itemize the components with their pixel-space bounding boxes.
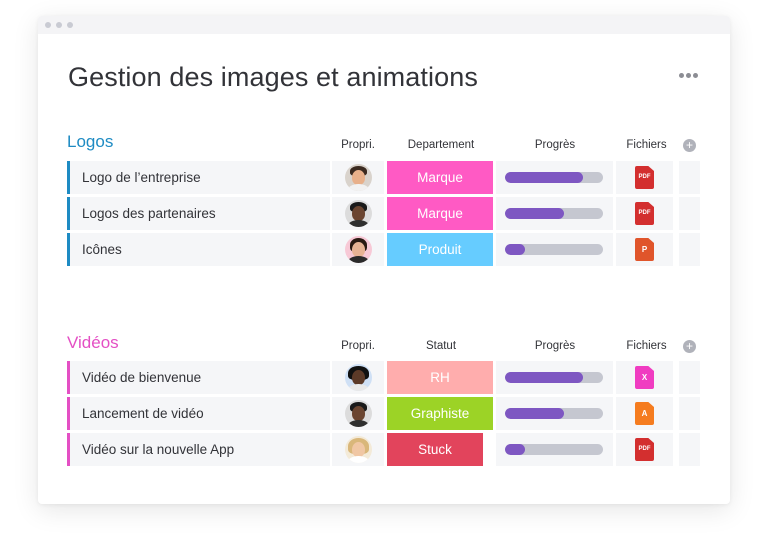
- pdf-file-icon[interactable]: PDF: [635, 166, 654, 189]
- avatar[interactable]: [345, 164, 372, 191]
- powerpoint-file-icon[interactable]: P: [635, 238, 654, 261]
- table-row[interactable]: Logos des partenaires Marque PDF: [67, 197, 700, 230]
- progress-cell: [496, 397, 613, 430]
- avatar[interactable]: [345, 400, 372, 427]
- column-header-files[interactable]: Fichiers: [618, 340, 675, 352]
- window-titlebar: [38, 16, 730, 34]
- avatar[interactable]: [345, 236, 372, 263]
- column-header-progress[interactable]: Progrès: [497, 139, 613, 151]
- item-name[interactable]: Lancement de vidéo: [67, 397, 330, 430]
- empty-cell: [679, 197, 700, 230]
- avatar[interactable]: [345, 200, 372, 227]
- item-name[interactable]: Vidéo de bienvenue: [67, 361, 330, 394]
- column-header-owner[interactable]: Propri.: [334, 139, 382, 151]
- more-options-icon[interactable]: [679, 72, 701, 80]
- status-badge[interactable]: Graphiste: [387, 397, 493, 430]
- status-badge[interactable]: Stuck: [387, 433, 483, 466]
- progress-cell: [496, 433, 613, 466]
- status-badge[interactable]: Marque: [387, 197, 493, 230]
- avatar[interactable]: [345, 364, 372, 391]
- item-name[interactable]: Logo de l’entreprise: [67, 161, 330, 194]
- owner-cell: [332, 197, 384, 230]
- progress-bar: [505, 444, 603, 455]
- board-window: Gestion des images et animations Logos P…: [38, 16, 730, 504]
- progress-cell: [496, 233, 613, 266]
- progress-cell: [496, 361, 613, 394]
- owner-cell: [332, 161, 384, 194]
- status-badge[interactable]: Marque: [387, 161, 493, 194]
- add-column-icon[interactable]: +: [683, 340, 696, 353]
- column-header-status[interactable]: Statut: [388, 340, 494, 352]
- window-dot-icon: [67, 22, 73, 28]
- owner-cell: [332, 361, 384, 394]
- column-header-status[interactable]: Departement: [388, 139, 494, 151]
- item-name[interactable]: Logos des partenaires: [67, 197, 330, 230]
- column-header-files[interactable]: Fichiers: [618, 139, 675, 151]
- add-column-icon[interactable]: +: [683, 139, 696, 152]
- owner-cell: [332, 233, 384, 266]
- files-cell: PDF: [616, 433, 673, 466]
- status-badge[interactable]: RH: [387, 361, 493, 394]
- empty-cell: [679, 397, 700, 430]
- owner-cell: [332, 433, 384, 466]
- item-name[interactable]: Vidéo sur la nouvelle App: [67, 433, 330, 466]
- files-cell: PDF: [616, 197, 673, 230]
- progress-cell: [496, 161, 613, 194]
- progress-bar: [505, 244, 603, 255]
- table-row[interactable]: Vidéo sur la nouvelle App Stuck PDF: [67, 433, 700, 466]
- owner-cell: [332, 397, 384, 430]
- progress-bar: [505, 372, 603, 383]
- column-header-owner[interactable]: Propri.: [334, 340, 382, 352]
- table-row[interactable]: Vidéo de bienvenue RH X: [67, 361, 700, 394]
- empty-cell: [679, 433, 700, 466]
- avatar[interactable]: [345, 436, 372, 463]
- window-dot-icon: [56, 22, 62, 28]
- files-cell: PDF: [616, 161, 673, 194]
- excel-file-icon[interactable]: X: [635, 366, 654, 389]
- table-row[interactable]: Logo de l’entreprise Marque PDF: [67, 161, 700, 194]
- pdf-file-icon[interactable]: PDF: [635, 438, 654, 461]
- board-title: Gestion des images et animations: [68, 62, 478, 92]
- empty-cell: [679, 361, 700, 394]
- group-title[interactable]: Logos: [67, 132, 113, 152]
- column-header-progress[interactable]: Progrès: [497, 340, 613, 352]
- table-row[interactable]: Icônes Produit P: [67, 233, 700, 266]
- empty-cell: [679, 233, 700, 266]
- status-badge[interactable]: Produit: [387, 233, 493, 266]
- table-row[interactable]: Lancement de vidéo Graphiste A: [67, 397, 700, 430]
- progress-bar: [505, 172, 603, 183]
- empty-cell: [679, 161, 700, 194]
- files-cell: A: [616, 397, 673, 430]
- progress-bar: [505, 208, 603, 219]
- files-cell: X: [616, 361, 673, 394]
- progress-cell: [496, 197, 613, 230]
- pdf-file-icon[interactable]: PDF: [635, 202, 654, 225]
- item-name[interactable]: Icônes: [67, 233, 330, 266]
- illustrator-file-icon[interactable]: A: [635, 402, 654, 425]
- window-dot-icon: [45, 22, 51, 28]
- group-title[interactable]: Vidéos: [67, 333, 119, 353]
- files-cell: P: [616, 233, 673, 266]
- progress-bar: [505, 408, 603, 419]
